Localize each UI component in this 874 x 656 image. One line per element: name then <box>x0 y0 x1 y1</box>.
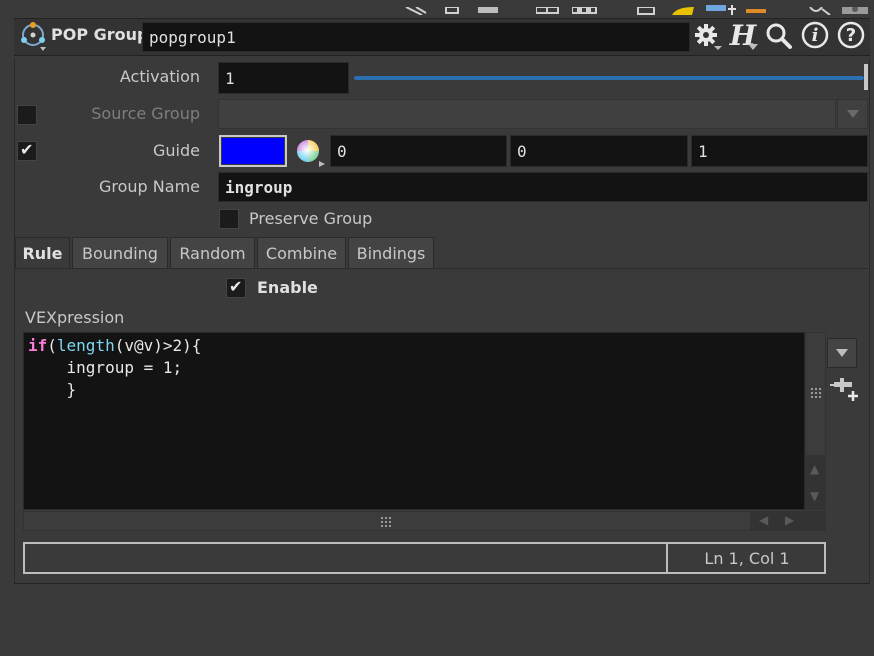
layout-icon[interactable] <box>478 0 500 13</box>
preserve-group-checkbox[interactable] <box>219 209 239 229</box>
guide-color-swatch-fill <box>222 138 284 164</box>
help-glyph: ? <box>845 24 857 46</box>
info-icon[interactable]: i <box>800 20 830 50</box>
editor-status-bar: Ln 1, Col 1 <box>23 542 826 574</box>
guide-checkbox[interactable] <box>17 140 37 161</box>
code-vertical-scrollbar[interactable]: ▲ ▼ <box>805 332 826 510</box>
code-keyword-if: if <box>28 336 48 355</box>
scroll-down-arrow-icon[interactable]: ▼ <box>810 489 819 503</box>
code-line-3: } <box>28 380 77 399</box>
guide-r-input[interactable]: 0 <box>330 135 507 167</box>
code-horizontal-scrollbar[interactable]: ◀ ▶ <box>23 511 826 531</box>
code-line-1: if(length(v@v)>2){ <box>28 336 202 355</box>
guide-label: Guide <box>153 141 200 160</box>
search-icon[interactable] <box>764 20 794 52</box>
code-function-length: length <box>56 336 115 355</box>
cursor-position: Ln 1, Col 1 <box>704 548 790 568</box>
tab-bounding[interactable]: Bounding <box>72 237 168 268</box>
source-group-label: Source Group <box>91 104 200 123</box>
node-type-icon[interactable] <box>18 21 48 53</box>
chevron-down-icon <box>846 110 859 118</box>
enable-label: Enable <box>257 278 318 297</box>
code-vertical-scroll-thumb[interactable] <box>806 333 825 455</box>
grip-icon <box>811 388 821 398</box>
help-icon[interactable]: ? <box>836 20 866 50</box>
flag-icon[interactable] <box>744 0 768 13</box>
activation-slider-fill <box>354 76 864 80</box>
note-icon[interactable] <box>670 0 696 15</box>
code-horizontal-scroll-thumb[interactable] <box>24 512 750 530</box>
preserve-group-label: Preserve Group <box>249 209 373 228</box>
source-group-dropdown-button <box>837 99 868 129</box>
tab-rule[interactable]: Rule <box>15 237 70 269</box>
activation-slider[interactable] <box>354 64 868 92</box>
activation-label: Activation <box>119 67 200 86</box>
node-type-label: POP Group <box>51 25 149 44</box>
activation-input[interactable]: 1 <box>218 62 349 94</box>
split-panel-icon[interactable] <box>571 0 598 14</box>
info-glyph: i <box>811 24 819 46</box>
toolbar-search-icon[interactable] <box>806 0 832 16</box>
group-name-input[interactable]: ingroup <box>218 172 868 202</box>
scroll-right-arrow-icon[interactable]: ▶ <box>785 513 794 527</box>
enable-checkbox[interactable] <box>226 277 246 298</box>
vex-menu-dropdown-button[interactable] <box>827 338 857 368</box>
tab-bindings[interactable]: Bindings <box>348 237 434 268</box>
tab-random[interactable]: Random <box>170 237 255 268</box>
code-line-2: ingroup = 1; <box>28 358 183 377</box>
source-group-input <box>218 99 836 129</box>
wrench-icon[interactable] <box>402 0 430 16</box>
activation-slider-handle[interactable] <box>864 64 868 90</box>
vex-code-editor[interactable]: if(length(v@v)>2){ ingroup = 1; } <box>23 332 805 510</box>
grip-icon <box>381 517 391 527</box>
guide-b-input[interactable]: 1 <box>691 135 868 167</box>
add-spare-parameter-icon[interactable] <box>830 376 860 404</box>
node-name-input[interactable]: popgroup1 <box>142 22 690 52</box>
scroll-left-arrow-icon[interactable]: ◀ <box>759 513 768 527</box>
panel-icon[interactable] <box>535 0 560 14</box>
top-toolbar <box>0 0 874 16</box>
guide-g-input[interactable]: 0 <box>510 135 688 167</box>
tab-combine[interactable]: Combine <box>257 237 346 268</box>
camera-icon[interactable] <box>842 0 870 14</box>
group-name-label: Group Name <box>99 177 200 196</box>
source-group-checkbox[interactable] <box>17 105 37 125</box>
pin-icon[interactable] <box>444 0 462 14</box>
color-wheel-icon[interactable] <box>294 137 326 167</box>
gear-icon[interactable] <box>692 20 724 52</box>
scroll-up-arrow-icon[interactable]: ▲ <box>810 462 819 476</box>
chevron-down-icon <box>836 349 848 357</box>
copy-icon[interactable] <box>636 0 658 15</box>
vexpression-label: VEXpression <box>25 308 125 327</box>
guide-color-swatch[interactable] <box>219 135 287 167</box>
add-pane-icon[interactable] <box>704 0 736 15</box>
status-message <box>25 544 668 572</box>
houdini-help-icon[interactable]: H <box>726 18 760 52</box>
